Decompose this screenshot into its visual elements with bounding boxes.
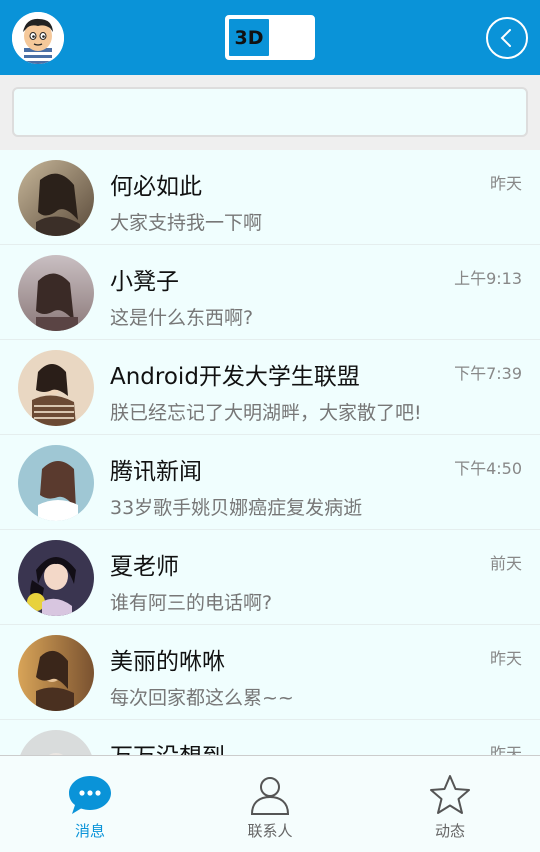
- conversation-row[interactable]: 夏老师 谁有阿三的电话啊? 前天: [0, 530, 540, 625]
- message-time: 昨天: [489, 174, 522, 193]
- cartoon-avatar-icon: [12, 12, 64, 64]
- star-icon: [430, 775, 470, 814]
- contact-avatar: [18, 635, 94, 711]
- last-message: 谁有阿三的电话啊?: [110, 592, 273, 614]
- message-time: 昨天: [489, 649, 522, 668]
- conversation-row[interactable]: 小凳子 这是什么东西啊? 上午9:13: [0, 245, 540, 340]
- last-message: 每次回家都这么累~~: [110, 687, 294, 709]
- contact-name: 腾讯新闻: [110, 459, 202, 485]
- user-avatar[interactable]: [12, 12, 64, 64]
- tab-moments[interactable]: 动态: [360, 756, 540, 852]
- back-button[interactable]: [486, 17, 528, 59]
- contact-avatar: [18, 445, 94, 521]
- toggle-label: 3D: [227, 17, 271, 58]
- tab-contacts[interactable]: 联系人: [180, 756, 360, 852]
- top-bar: 3D: [0, 0, 540, 75]
- chat-bubble-icon: [69, 776, 111, 814]
- contact-name: 万万没想到: [110, 737, 225, 755]
- contact-name: 夏老师: [110, 554, 179, 580]
- contact-avatar: [18, 730, 94, 755]
- search-input[interactable]: [12, 87, 528, 137]
- tab-messages[interactable]: 消息: [0, 756, 180, 852]
- chevron-left-icon: [500, 29, 511, 47]
- contact-name: Android开发大学生联盟: [110, 364, 360, 390]
- contact-avatar: [18, 540, 94, 616]
- contact-avatar: [18, 160, 94, 236]
- conversation-row[interactable]: Android开发大学生联盟 朕已经忘记了大明湖畔，大家散了吧! 下午7:39: [0, 340, 540, 435]
- contact-avatar: [18, 350, 94, 426]
- last-message: 这是什么东西啊?: [110, 307, 254, 329]
- message-time: 昨天: [489, 744, 522, 755]
- contact-avatar: [18, 255, 94, 331]
- conversation-row[interactable]: 美丽的咻咻 每次回家都这么累~~ 昨天: [0, 625, 540, 720]
- tab-label: 消息: [74, 822, 105, 840]
- message-time: 前天: [489, 554, 522, 573]
- last-message: 朕已经忘记了大明湖畔，大家散了吧!: [110, 402, 422, 424]
- bottom-tab-bar: 消息 联系人 动态: [0, 755, 540, 852]
- contact-name: 小凳子: [110, 269, 179, 295]
- search-area: [0, 75, 540, 150]
- message-time: 下午4:50: [454, 459, 522, 478]
- message-time: 下午7:39: [454, 364, 522, 383]
- tab-label: 动态: [434, 822, 465, 840]
- person-icon: [250, 777, 290, 815]
- 3d-toggle-switch[interactable]: 3D: [225, 15, 315, 60]
- conversation-list[interactable]: 何必如此 大家支持我一下啊 昨天 小凳子 这是什么东西啊? 上午9:13 And…: [0, 150, 540, 755]
- message-time: 上午9:13: [454, 269, 522, 288]
- contact-name: 美丽的咻咻: [110, 649, 225, 675]
- conversation-row[interactable]: 何必如此 大家支持我一下啊 昨天: [0, 150, 540, 245]
- tab-label: 联系人: [247, 822, 293, 840]
- last-message: 33岁歌手姚贝娜癌症复发病逝: [110, 497, 363, 519]
- conversation-row[interactable]: 万万没想到 昨天: [0, 720, 540, 755]
- contact-name: 何必如此: [110, 174, 202, 200]
- conversation-row[interactable]: 腾讯新闻 33岁歌手姚贝娜癌症复发病逝 下午4:50: [0, 435, 540, 530]
- last-message: 大家支持我一下啊: [110, 212, 263, 234]
